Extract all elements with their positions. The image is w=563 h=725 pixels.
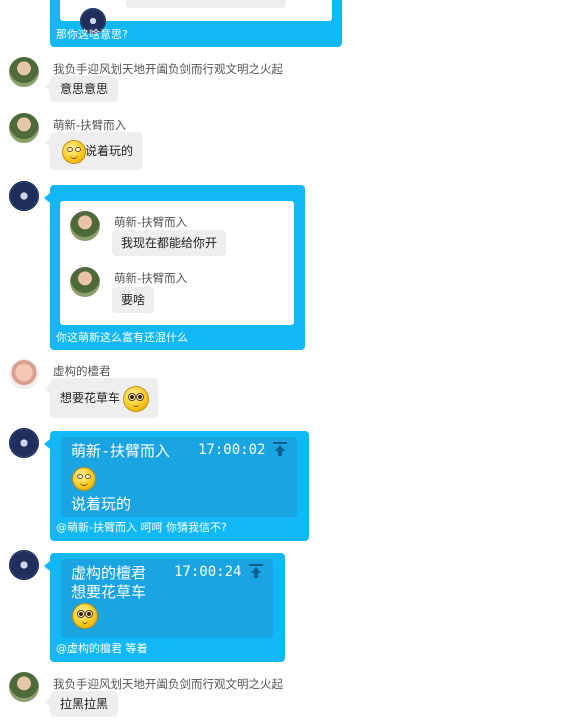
- avatar[interactable]: [9, 672, 39, 702]
- message-partial-top: 那你这啥意思?: [50, 0, 342, 47]
- quoted-text: 想要花草车: [71, 583, 147, 601]
- pleading-emoji-icon: [123, 386, 148, 411]
- avatar[interactable]: [9, 550, 39, 580]
- sender-name[interactable]: 萌新-扶臂而入: [53, 117, 126, 133]
- message-text: 你这萌新这么富有还混什么: [56, 331, 188, 344]
- pleading-emoji-icon: [73, 604, 97, 628]
- message-text: 那你这啥意思?: [56, 28, 128, 41]
- quoted-bubble: 我现在都能给你开: [112, 230, 227, 256]
- quoted-time: 17:00:24: [174, 564, 242, 580]
- smile-emoji-icon: [63, 140, 85, 163]
- quoted-sender-name: 萌新-扶臂而入: [71, 442, 171, 460]
- avatar: [70, 211, 100, 241]
- sender-name[interactable]: 我负手迎风划天地开阖负剑而行观文明之火起: [53, 61, 283, 77]
- quoted-time: 17:00:02: [198, 442, 266, 458]
- pin-top-icon[interactable]: [273, 442, 287, 456]
- quoted-bubble-partial: [126, 0, 286, 8]
- message-bubble: 意思意思: [44, 76, 119, 102]
- avatar[interactable]: [9, 113, 39, 143]
- quoted-message[interactable]: 虚构的檀君 17:00:24 想要花草车: [61, 559, 273, 638]
- avatar[interactable]: [9, 428, 39, 458]
- message-text: @虚构的檀君 等着: [56, 642, 148, 655]
- quoted-sender-name: 萌新-扶臂而入: [114, 271, 188, 285]
- message-reply-card[interactable]: 虚构的檀君 17:00:24 想要花草车 @虚构的檀君 等着: [44, 553, 285, 662]
- message-text: @萌新-扶臂而入 呵呵 你猜我信不?: [56, 521, 227, 534]
- message-text: 想要花草车: [60, 391, 121, 405]
- avatar: [70, 267, 100, 297]
- quoted-sender-name: 虚构的檀君: [71, 564, 147, 582]
- quoted-bubble: 要啥: [112, 287, 155, 313]
- message-reply-card[interactable]: 萌新-扶臂而入 17:00:02 说着玩的 @萌新-扶臂而入 呵呵 你猜我信不?: [44, 431, 309, 541]
- pin-top-icon[interactable]: [249, 564, 263, 578]
- quoted-card-partial: [60, 0, 332, 34]
- message-bubble: 想要花草车: [45, 378, 158, 418]
- avatar[interactable]: [9, 181, 39, 211]
- quoted-sender-name: 萌新-扶臂而入: [114, 215, 188, 229]
- message-forward-card[interactable]: 萌新-扶臂而入 我现在都能给你开 萌新-扶臂而入 要啥 你这萌新这么富有还混什么: [44, 185, 305, 350]
- message-bubble: 说着玩的: [44, 132, 144, 170]
- sender-name[interactable]: 虚构的檀君: [53, 363, 111, 379]
- quoted-message[interactable]: 萌新-扶臂而入 17:00:02 说着玩的: [61, 437, 297, 517]
- avatar[interactable]: [9, 57, 39, 87]
- quoted-text: 说着玩的: [71, 495, 132, 513]
- sender-name[interactable]: 我负手迎风划天地开阖负剑而行观文明之火起: [53, 676, 283, 692]
- message-text: 说着玩的: [85, 144, 134, 158]
- avatar[interactable]: [9, 359, 39, 389]
- message-bubble: 拉黑拉黑: [44, 691, 119, 717]
- quoted-card: 萌新-扶臂而入 我现在都能给你开 萌新-扶臂而入 要啥: [60, 201, 294, 325]
- smile-emoji-icon: [73, 468, 95, 490]
